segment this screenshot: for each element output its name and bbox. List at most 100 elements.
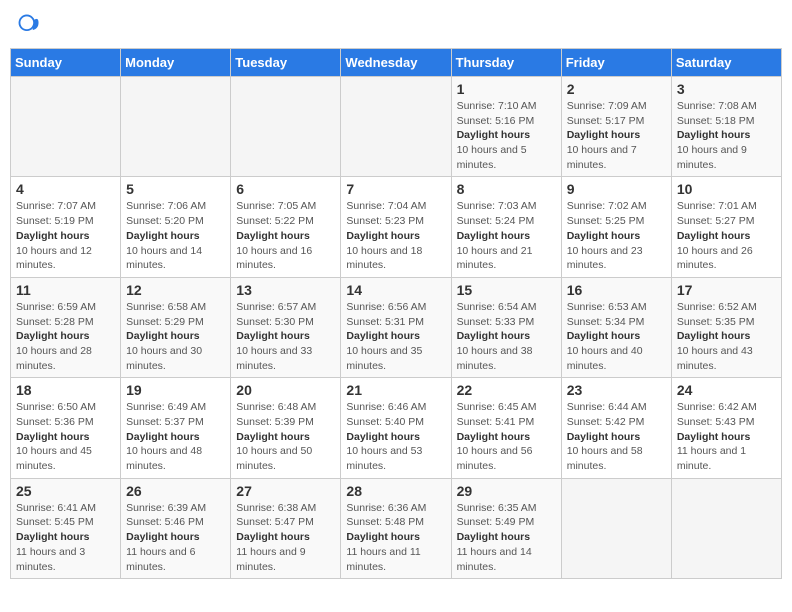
- day-number: 24: [677, 382, 776, 398]
- day-number: 23: [567, 382, 666, 398]
- sun-info: Sunrise: 6:45 AMSunset: 5:41 PMDaylight …: [457, 400, 556, 473]
- header-thursday: Thursday: [451, 49, 561, 77]
- sun-info: Sunrise: 7:03 AMSunset: 5:24 PMDaylight …: [457, 199, 556, 272]
- sun-info: Sunrise: 6:36 AMSunset: 5:48 PMDaylight …: [346, 501, 445, 574]
- sun-info: Sunrise: 7:06 AMSunset: 5:20 PMDaylight …: [126, 199, 225, 272]
- calendar-cell: [561, 478, 671, 578]
- calendar-cell: 29 Sunrise: 6:35 AMSunset: 5:49 PMDayligh…: [451, 478, 561, 578]
- calendar-cell: 26 Sunrise: 6:39 AMSunset: 5:46 PMDayligh…: [121, 478, 231, 578]
- day-number: 15: [457, 282, 556, 298]
- day-number: 8: [457, 181, 556, 197]
- calendar-table: SundayMondayTuesdayWednesdayThursdayFrid…: [10, 48, 782, 579]
- calendar-week-1: 1 Sunrise: 7:10 AMSunset: 5:16 PMDaylight…: [11, 77, 782, 177]
- logo: [18, 14, 42, 36]
- sun-info: Sunrise: 6:58 AMSunset: 5:29 PMDaylight …: [126, 300, 225, 373]
- day-number: 29: [457, 483, 556, 499]
- day-number: 5: [126, 181, 225, 197]
- day-number: 28: [346, 483, 445, 499]
- calendar-cell: 11 Sunrise: 6:59 AMSunset: 5:28 PMDayligh…: [11, 277, 121, 377]
- calendar-cell: 8 Sunrise: 7:03 AMSunset: 5:24 PMDaylight…: [451, 177, 561, 277]
- calendar-cell: 25 Sunrise: 6:41 AMSunset: 5:45 PMDayligh…: [11, 478, 121, 578]
- sun-info: Sunrise: 6:52 AMSunset: 5:35 PMDaylight …: [677, 300, 776, 373]
- calendar-cell: 16 Sunrise: 6:53 AMSunset: 5:34 PMDayligh…: [561, 277, 671, 377]
- day-number: 13: [236, 282, 335, 298]
- calendar-cell: [121, 77, 231, 177]
- calendar-week-2: 4 Sunrise: 7:07 AMSunset: 5:19 PMDaylight…: [11, 177, 782, 277]
- calendar-cell: 4 Sunrise: 7:07 AMSunset: 5:19 PMDaylight…: [11, 177, 121, 277]
- day-number: 19: [126, 382, 225, 398]
- calendar-cell: [231, 77, 341, 177]
- day-number: 9: [567, 181, 666, 197]
- header-wednesday: Wednesday: [341, 49, 451, 77]
- day-number: 10: [677, 181, 776, 197]
- sun-info: Sunrise: 6:38 AMSunset: 5:47 PMDaylight …: [236, 501, 335, 574]
- calendar-cell: 28 Sunrise: 6:36 AMSunset: 5:48 PMDayligh…: [341, 478, 451, 578]
- sun-info: Sunrise: 6:41 AMSunset: 5:45 PMDaylight …: [16, 501, 115, 574]
- sun-info: Sunrise: 6:39 AMSunset: 5:46 PMDaylight …: [126, 501, 225, 574]
- day-number: 27: [236, 483, 335, 499]
- sun-info: Sunrise: 7:10 AMSunset: 5:16 PMDaylight …: [457, 99, 556, 172]
- sun-info: Sunrise: 6:35 AMSunset: 5:49 PMDaylight …: [457, 501, 556, 574]
- calendar-cell: [671, 478, 781, 578]
- header-saturday: Saturday: [671, 49, 781, 77]
- calendar-cell: [341, 77, 451, 177]
- day-number: 21: [346, 382, 445, 398]
- sun-info: Sunrise: 7:01 AMSunset: 5:27 PMDaylight …: [677, 199, 776, 272]
- sun-info: Sunrise: 6:56 AMSunset: 5:31 PMDaylight …: [346, 300, 445, 373]
- day-number: 17: [677, 282, 776, 298]
- calendar-week-4: 18Sunrise: 6:50 AMSunset: 5:36 PMDayligh…: [11, 378, 782, 478]
- sun-info: Sunrise: 6:46 AMSunset: 5:40 PMDaylight …: [346, 400, 445, 473]
- day-number: 11: [16, 282, 115, 298]
- calendar-cell: 5 Sunrise: 7:06 AMSunset: 5:20 PMDaylight…: [121, 177, 231, 277]
- day-number: 3: [677, 81, 776, 97]
- calendar-cell: 22 Sunrise: 6:45 AMSunset: 5:41 PMDayligh…: [451, 378, 561, 478]
- day-number: 12: [126, 282, 225, 298]
- sun-info: Sunrise: 6:48 AMSunset: 5:39 PMDaylight …: [236, 400, 335, 473]
- calendar-cell: 6 Sunrise: 7:05 AMSunset: 5:22 PMDaylight…: [231, 177, 341, 277]
- sun-info: Sunrise: 7:08 AMSunset: 5:18 PMDaylight …: [677, 99, 776, 172]
- sun-info: Sunrise: 7:05 AMSunset: 5:22 PMDaylight …: [236, 199, 335, 272]
- calendar-cell: 18Sunrise: 6:50 AMSunset: 5:36 PMDayligh…: [11, 378, 121, 478]
- header-monday: Monday: [121, 49, 231, 77]
- calendar-header-row: SundayMondayTuesdayWednesdayThursdayFrid…: [11, 49, 782, 77]
- calendar-cell: 24Sunrise: 6:42 AMSunset: 5:43 PMDayligh…: [671, 378, 781, 478]
- day-number: 4: [16, 181, 115, 197]
- sun-info: Sunrise: 6:59 AMSunset: 5:28 PMDaylight …: [16, 300, 115, 373]
- sun-info: Sunrise: 6:44 AMSunset: 5:42 PMDaylight …: [567, 400, 666, 473]
- calendar-cell: 15Sunrise: 6:54 AMSunset: 5:33 PMDayligh…: [451, 277, 561, 377]
- calendar-cell: [11, 77, 121, 177]
- header-tuesday: Tuesday: [231, 49, 341, 77]
- calendar-cell: 17 Sunrise: 6:52 AMSunset: 5:35 PMDayligh…: [671, 277, 781, 377]
- sun-info: Sunrise: 7:09 AMSunset: 5:17 PMDaylight …: [567, 99, 666, 172]
- day-number: 7: [346, 181, 445, 197]
- calendar-cell: 1 Sunrise: 7:10 AMSunset: 5:16 PMDaylight…: [451, 77, 561, 177]
- day-number: 16: [567, 282, 666, 298]
- calendar-week-5: 25 Sunrise: 6:41 AMSunset: 5:45 PMDayligh…: [11, 478, 782, 578]
- calendar-cell: 7 Sunrise: 7:04 AMSunset: 5:23 PMDaylight…: [341, 177, 451, 277]
- day-number: 22: [457, 382, 556, 398]
- sun-info: Sunrise: 6:57 AMSunset: 5:30 PMDaylight …: [236, 300, 335, 373]
- calendar-cell: 27 Sunrise: 6:38 AMSunset: 5:47 PMDayligh…: [231, 478, 341, 578]
- day-number: 6: [236, 181, 335, 197]
- logo-icon: [18, 14, 40, 36]
- day-number: 14: [346, 282, 445, 298]
- calendar-cell: 3 Sunrise: 7:08 AMSunset: 5:18 PMDaylight…: [671, 77, 781, 177]
- calendar-cell: 12 Sunrise: 6:58 AMSunset: 5:29 PMDayligh…: [121, 277, 231, 377]
- header-friday: Friday: [561, 49, 671, 77]
- calendar-week-3: 11 Sunrise: 6:59 AMSunset: 5:28 PMDayligh…: [11, 277, 782, 377]
- sun-info: Sunrise: 6:53 AMSunset: 5:34 PMDaylight …: [567, 300, 666, 373]
- sun-info: Sunrise: 7:04 AMSunset: 5:23 PMDaylight …: [346, 199, 445, 272]
- day-number: 20: [236, 382, 335, 398]
- day-number: 25: [16, 483, 115, 499]
- header-sunday: Sunday: [11, 49, 121, 77]
- calendar-cell: 21 Sunrise: 6:46 AMSunset: 5:40 PMDayligh…: [341, 378, 451, 478]
- calendar-cell: 9Sunrise: 7:02 AMSunset: 5:25 PMDaylight…: [561, 177, 671, 277]
- sun-info: Sunrise: 6:50 AMSunset: 5:36 PMDaylight …: [16, 400, 115, 473]
- sun-info: Sunrise: 6:49 AMSunset: 5:37 PMDaylight …: [126, 400, 225, 473]
- day-number: 2: [567, 81, 666, 97]
- calendar-cell: 20 Sunrise: 6:48 AMSunset: 5:39 PMDayligh…: [231, 378, 341, 478]
- day-number: 1: [457, 81, 556, 97]
- calendar-cell: 2 Sunrise: 7:09 AMSunset: 5:17 PMDaylight…: [561, 77, 671, 177]
- day-number: 26: [126, 483, 225, 499]
- sun-info: Sunrise: 7:07 AMSunset: 5:19 PMDaylight …: [16, 199, 115, 272]
